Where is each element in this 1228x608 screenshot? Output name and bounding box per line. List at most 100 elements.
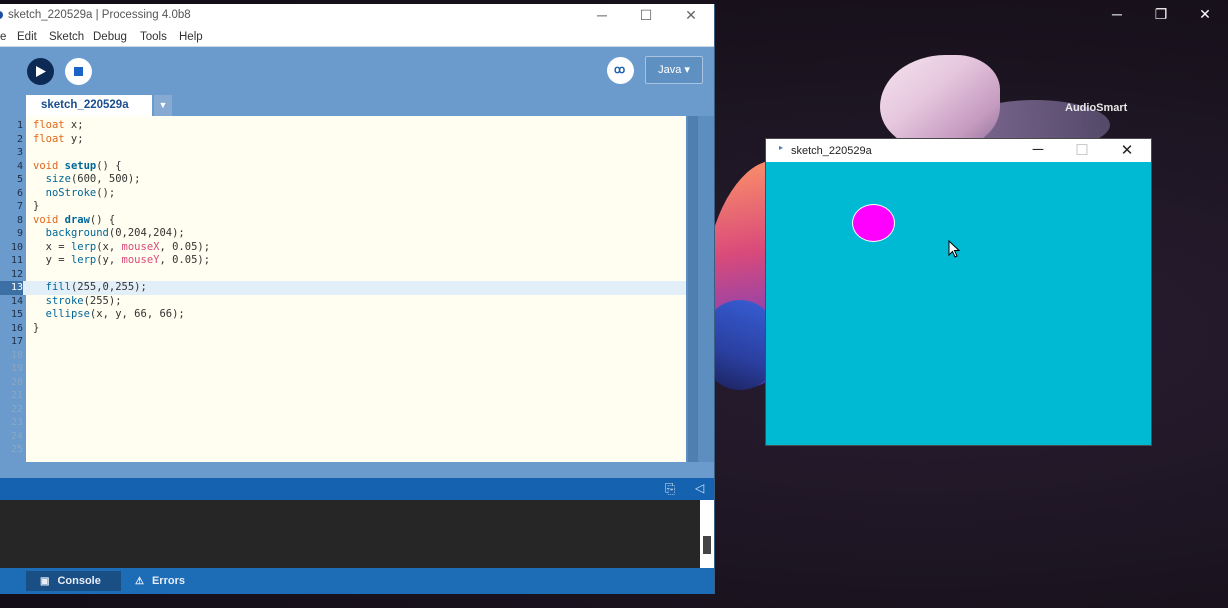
code-line[interactable]: 6 noStroke();	[0, 187, 686, 201]
line-number: 11	[10, 255, 23, 266]
code-line[interactable]: 8 void draw() {	[0, 214, 686, 228]
line-number: 16	[10, 322, 23, 334]
menu-sketch[interactable]: Sketch	[49, 31, 84, 43]
code-text: x = lerp(x, mouseX, 0.05);	[33, 240, 211, 253]
sketch-maximize-button[interactable]: ☐	[1072, 141, 1092, 159]
sketch-close-button[interactable]: ✕	[1117, 141, 1137, 159]
code-text: }	[33, 321, 40, 334]
menu-file[interactable]: e	[0, 31, 6, 43]
code-line[interactable]: 4 void setup() {	[0, 160, 686, 174]
line-number: 1	[16, 120, 23, 131]
line-number: 4	[16, 160, 23, 172]
code-line[interactable]: 15 ellipse(x, y, 66, 66);	[0, 308, 686, 322]
code-text: noStroke();	[45, 186, 116, 199]
run-button[interactable]	[27, 58, 54, 85]
line-number: 5	[16, 174, 23, 185]
code-line[interactable]: 16}	[0, 322, 686, 336]
code-line[interactable]: 24	[0, 430, 686, 444]
line-number: 24	[10, 430, 23, 442]
ide-close-button[interactable]: ✕	[681, 7, 701, 24]
scrollbar-thumb[interactable]	[688, 116, 698, 462]
code-line[interactable]: 1 float x;	[0, 119, 686, 133]
code-line[interactable]: 10 x = lerp(x, mouseX, 0.05);	[0, 241, 686, 255]
sketch-window: ▸ sketch_220529a ─ ☐ ✕	[765, 138, 1152, 446]
processing-app-icon: ▸	[779, 143, 784, 152]
console-scrollbar[interactable]	[700, 500, 714, 568]
code-line[interactable]: 19	[0, 362, 686, 376]
line-number: 12	[10, 268, 23, 280]
copy-console-icon[interactable]: ⎘	[665, 481, 675, 497]
code-line[interactable]: 14 stroke(255);	[0, 295, 686, 309]
menu-edit[interactable]: Edit	[17, 31, 37, 43]
ide-maximize-button[interactable]: ☐	[636, 7, 656, 24]
bottom-tab-bar: ▣ Console ⚠ Errors	[0, 568, 714, 594]
code-text: fill(255,0,255);	[45, 281, 147, 293]
butterfly-icon: ꝏ	[614, 64, 626, 76]
debug-button[interactable]: ꝏ	[607, 57, 634, 84]
line-number: 21	[10, 390, 23, 401]
mouse-cursor-icon	[948, 240, 960, 258]
terminal-icon: ▣	[40, 576, 50, 587]
desktop-restore-button[interactable]: ❐	[1151, 6, 1171, 23]
console-tab-label: Console	[57, 575, 101, 587]
ide-titlebar: sketch_220529a | Processing 4.0b8 ─ ☐ ✕	[0, 4, 714, 28]
code-line[interactable]: 2 float y;	[0, 133, 686, 147]
menu-help[interactable]: Help	[179, 31, 203, 43]
line-number: 13	[0, 281, 23, 295]
menu-debug[interactable]: Debug	[93, 31, 127, 43]
code-text: size(600, 500);	[45, 173, 141, 185]
sketch-canvas[interactable]	[766, 162, 1151, 445]
code-line[interactable]: 3	[0, 146, 686, 160]
editor-bottom-strip	[0, 462, 714, 478]
code-line[interactable]: 12	[0, 268, 686, 282]
wallpaper-swirl	[880, 55, 1000, 150]
tab-errors[interactable]: ⚠ Errors	[135, 571, 215, 591]
code-text: ellipse(x, y, 66, 66);	[45, 308, 185, 320]
menu-tools[interactable]: Tools	[140, 31, 167, 43]
code-text: void draw() {	[33, 213, 116, 226]
code-line[interactable]: 22	[0, 403, 686, 417]
processing-logo-icon	[0, 11, 3, 19]
code-text: float y;	[33, 132, 84, 145]
code-line[interactable]: 23	[0, 416, 686, 430]
console-area[interactable]	[0, 500, 714, 568]
code-line[interactable]: 25	[0, 443, 686, 457]
desktop-minimize-button[interactable]: ─	[1107, 6, 1127, 22]
code-line[interactable]: 7}	[0, 200, 686, 214]
line-number: 8	[16, 214, 23, 226]
code-line[interactable]: 18	[0, 349, 686, 363]
tab-menu-button[interactable]: ▼	[154, 95, 172, 116]
line-number: 2	[16, 133, 23, 145]
magenta-ellipse	[852, 204, 895, 242]
processing-ide-window: sketch_220529a | Processing 4.0b8 ─ ☐ ✕ …	[0, 4, 715, 594]
line-number: 3	[16, 147, 23, 158]
ide-minimize-button[interactable]: ─	[592, 7, 612, 23]
line-number: 25	[10, 444, 23, 455]
code-line[interactable]: 20	[0, 376, 686, 390]
errors-tab-label: Errors	[151, 575, 185, 587]
collapse-console-icon[interactable]: ◁	[695, 481, 704, 495]
line-number: 18	[10, 349, 23, 361]
code-line[interactable]: 5 size(600, 500);	[0, 173, 686, 187]
code-editor[interactable]: 1 float x; 2 float y; 3 4 void setup() {5 size…	[0, 116, 686, 462]
line-number: 9	[16, 228, 23, 239]
console-scrollbar-thumb[interactable]	[703, 536, 711, 554]
code-text: y = lerp(y, mouseY, 0.05);	[33, 254, 211, 266]
code-line[interactable]: 13 fill(255,0,255);	[0, 281, 686, 295]
sketch-minimize-button[interactable]: ─	[1028, 141, 1048, 158]
line-number: 23	[10, 417, 23, 428]
desktop-close-button[interactable]: ✕	[1195, 6, 1215, 23]
editor-scrollbar[interactable]	[686, 116, 714, 462]
tab-sketch[interactable]: sketch_220529a	[26, 95, 152, 116]
code-line[interactable]: 17	[0, 335, 686, 349]
play-icon	[36, 66, 46, 77]
stop-button[interactable]	[65, 58, 92, 85]
code-line[interactable]: 9 background(0,204,204);	[0, 227, 686, 241]
code-text: background(0,204,204);	[45, 227, 185, 239]
code-line[interactable]: 11 y = lerp(y, mouseY, 0.05);	[0, 254, 686, 268]
code-line[interactable]: 21	[0, 389, 686, 403]
code-text: void setup() {	[33, 159, 122, 172]
tab-console[interactable]: ▣ Console	[26, 571, 121, 591]
sketch-tab-row: sketch_220529a ▼	[0, 95, 714, 116]
mode-selector[interactable]: Java ▾	[645, 56, 703, 84]
